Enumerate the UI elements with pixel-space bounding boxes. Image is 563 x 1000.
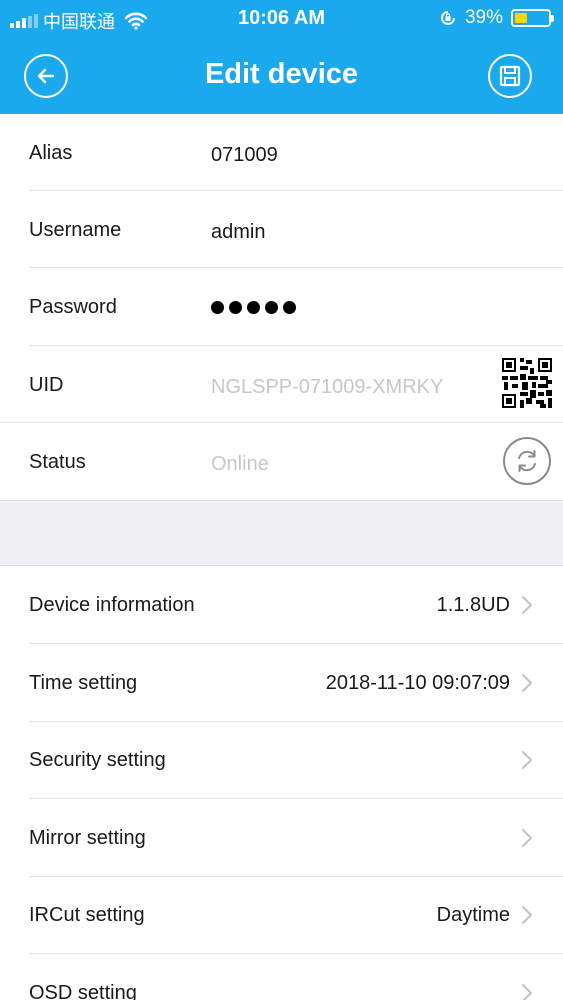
uid-label: UID xyxy=(29,374,64,396)
settings-item-value: Daytime xyxy=(436,904,510,926)
chevron-right-icon xyxy=(522,829,532,847)
top-bar: 中国联通 10:06 AM 39% Edit device xyxy=(0,0,563,114)
refresh-icon xyxy=(518,450,536,472)
alias-label: Alias xyxy=(29,142,73,164)
settings-item-security-setting[interactable]: Security setting xyxy=(0,722,563,799)
settings-item-label: OSD setting xyxy=(29,982,137,1000)
chevron-right-icon xyxy=(522,984,532,1000)
settings-item-label: Mirror setting xyxy=(29,827,146,849)
settings-item-mirror-setting[interactable]: Mirror setting xyxy=(0,800,563,877)
status-value: Online xyxy=(211,453,269,475)
alias-row[interactable]: Alias 071009 xyxy=(0,114,563,191)
password-dot xyxy=(265,301,278,314)
status-label: Status xyxy=(29,451,86,473)
status-row: Status Online xyxy=(0,423,563,500)
save-icon xyxy=(499,65,521,87)
settings-item-ircut-setting[interactable]: IRCut setting Daytime xyxy=(0,877,563,954)
password-dot xyxy=(211,301,224,314)
chevron-right-icon xyxy=(522,674,532,692)
password-label: Password xyxy=(29,296,117,318)
settings-item-value: 1.1.8UD xyxy=(436,594,510,616)
settings-item-device-information[interactable]: Device information 1.1.8UD xyxy=(0,567,563,644)
username-label: Username xyxy=(29,219,122,241)
password-dot xyxy=(283,301,296,314)
battery-level xyxy=(515,13,528,23)
qr-code-icon[interactable] xyxy=(502,358,552,408)
settings-item-value: 2018-11-10 09:07:09 xyxy=(325,672,510,694)
status-bar: 中国联通 10:06 AM 39% xyxy=(0,0,563,38)
battery-percent: 39% xyxy=(464,7,503,28)
username-row[interactable]: Username admin xyxy=(0,191,563,268)
password-dot xyxy=(229,301,242,314)
save-button[interactable] xyxy=(488,54,532,98)
orientation-lock-icon xyxy=(441,11,455,25)
divider xyxy=(29,953,563,954)
battery-icon xyxy=(511,9,554,27)
chevron-right-icon xyxy=(522,596,532,614)
settings-item-label: Security setting xyxy=(29,749,166,771)
nav-bar: Edit device xyxy=(0,38,563,114)
status-right: 39% xyxy=(439,7,554,29)
settings-item-time-setting[interactable]: Time setting 2018-11-10 09:07:09 xyxy=(0,645,563,722)
settings-item-osd-setting[interactable]: OSD setting xyxy=(0,955,563,1000)
settings-item-label: IRCut setting xyxy=(29,904,145,926)
password-row[interactable]: Password xyxy=(0,268,563,345)
uid-field[interactable]: NGLSPP-071009-XMRKY xyxy=(211,376,443,399)
divider xyxy=(29,643,563,644)
settings-item-label: Device information xyxy=(29,594,195,616)
divider xyxy=(29,798,563,799)
section-gap xyxy=(0,500,563,566)
password-dot xyxy=(247,301,260,314)
refresh-button[interactable] xyxy=(503,437,551,485)
username-field[interactable]: admin xyxy=(211,221,265,244)
settings-item-label: Time setting xyxy=(29,672,138,694)
chevron-right-icon xyxy=(522,751,532,769)
chevron-right-icon xyxy=(522,906,532,924)
page-title: Edit device xyxy=(204,58,359,90)
password-field[interactable] xyxy=(211,301,296,314)
alias-field[interactable]: 071009 xyxy=(211,144,278,167)
uid-row[interactable]: UID NGLSPP-071009-XMRKY xyxy=(0,346,563,423)
